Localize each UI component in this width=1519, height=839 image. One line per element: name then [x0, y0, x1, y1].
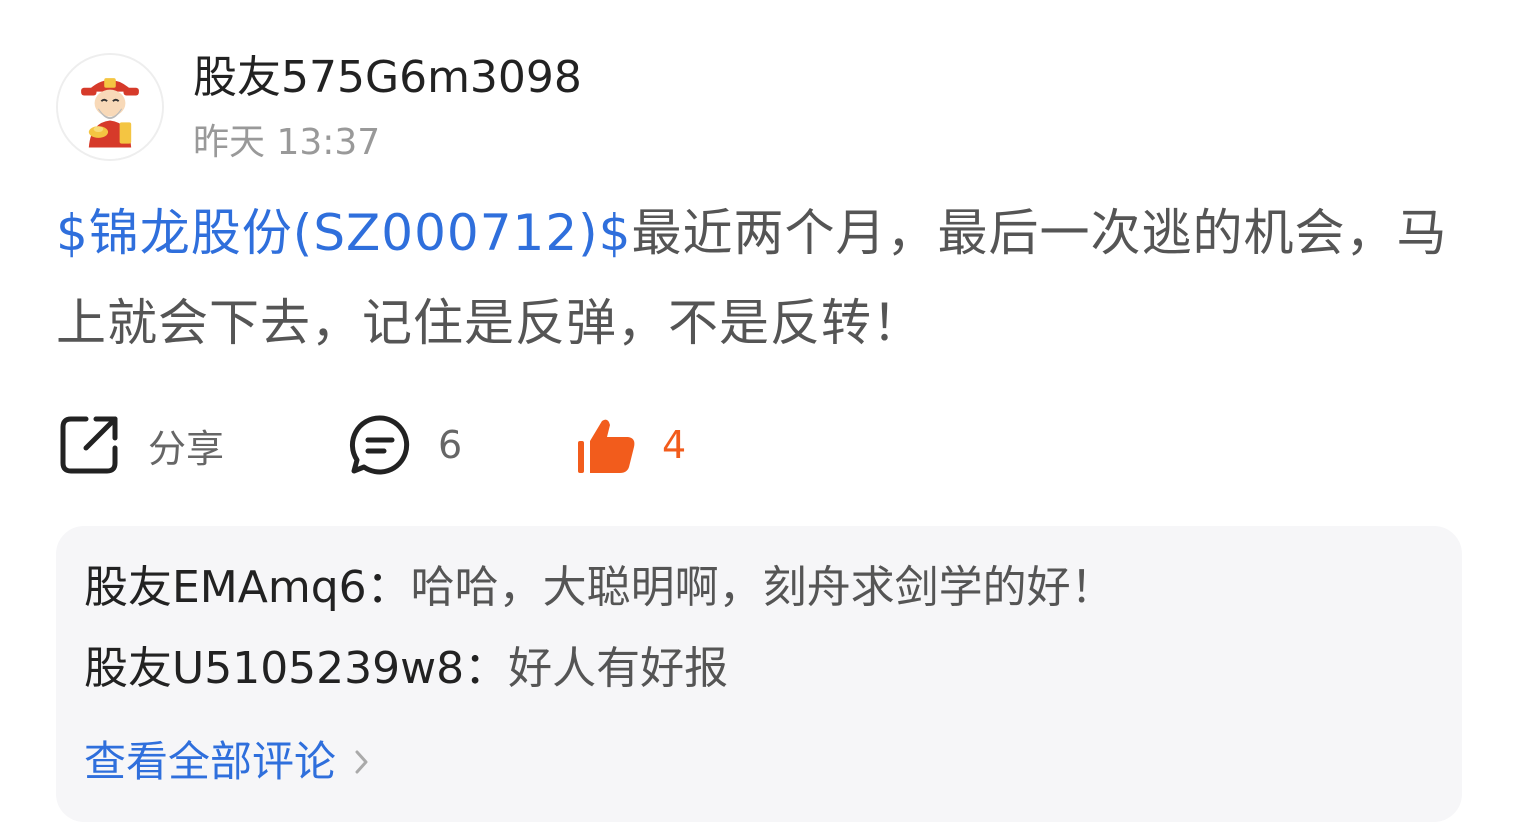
thumbs-up-icon	[574, 413, 638, 477]
comment-text: 好人有好报	[508, 643, 729, 694]
comment-separator: ：	[464, 643, 509, 694]
share-button[interactable]: 分享	[56, 400, 224, 490]
comment-bubble-icon	[348, 413, 412, 477]
comment-separator: ：	[366, 562, 411, 613]
avatar-mascot-icon	[58, 55, 162, 159]
post-content: $锦龙股份(SZ000712)$最近两个月，最后一次逃的机会，马上就会下去，记住…	[56, 188, 1456, 368]
avatar[interactable]	[56, 53, 164, 161]
comment-button[interactable]: 6	[348, 400, 462, 490]
like-count: 4	[662, 423, 687, 467]
post-timestamp: 昨天 13:37	[193, 122, 381, 163]
username[interactable]: 股友575G6m3098	[193, 50, 582, 106]
stock-tag-link[interactable]: $锦龙股份(SZ000712)$	[56, 204, 632, 262]
share-label: 分享	[148, 426, 225, 471]
view-all-comments-link[interactable]: 查看全部评论	[84, 732, 370, 792]
comment-item[interactable]: 股友EMAmq6：哈哈，大聪明啊，刻舟求剑学的好！	[84, 558, 1115, 618]
share-icon	[56, 412, 122, 478]
comments-preview: 股友EMAmq6：哈哈，大聪明啊，刻舟求剑学的好！ 股友U5105239w8：好…	[56, 526, 1462, 822]
comment-author[interactable]: 股友U5105239w8	[84, 643, 464, 694]
comment-item[interactable]: 股友U5105239w8：好人有好报	[84, 639, 728, 699]
comment-author[interactable]: 股友EMAmq6	[84, 562, 367, 613]
action-bar: 分享 6 4	[56, 400, 956, 490]
comment-count: 6	[438, 423, 463, 467]
like-button[interactable]: 4	[574, 400, 686, 490]
chevron-right-icon	[354, 748, 370, 776]
post-card: 股友575G6m3098 昨天 13:37 $锦龙股份(SZ000712)$最近…	[0, 0, 1519, 839]
comment-text: 哈哈，大聪明啊，刻舟求剑学的好！	[410, 562, 1115, 613]
view-all-comments-label: 查看全部评论	[84, 737, 337, 786]
